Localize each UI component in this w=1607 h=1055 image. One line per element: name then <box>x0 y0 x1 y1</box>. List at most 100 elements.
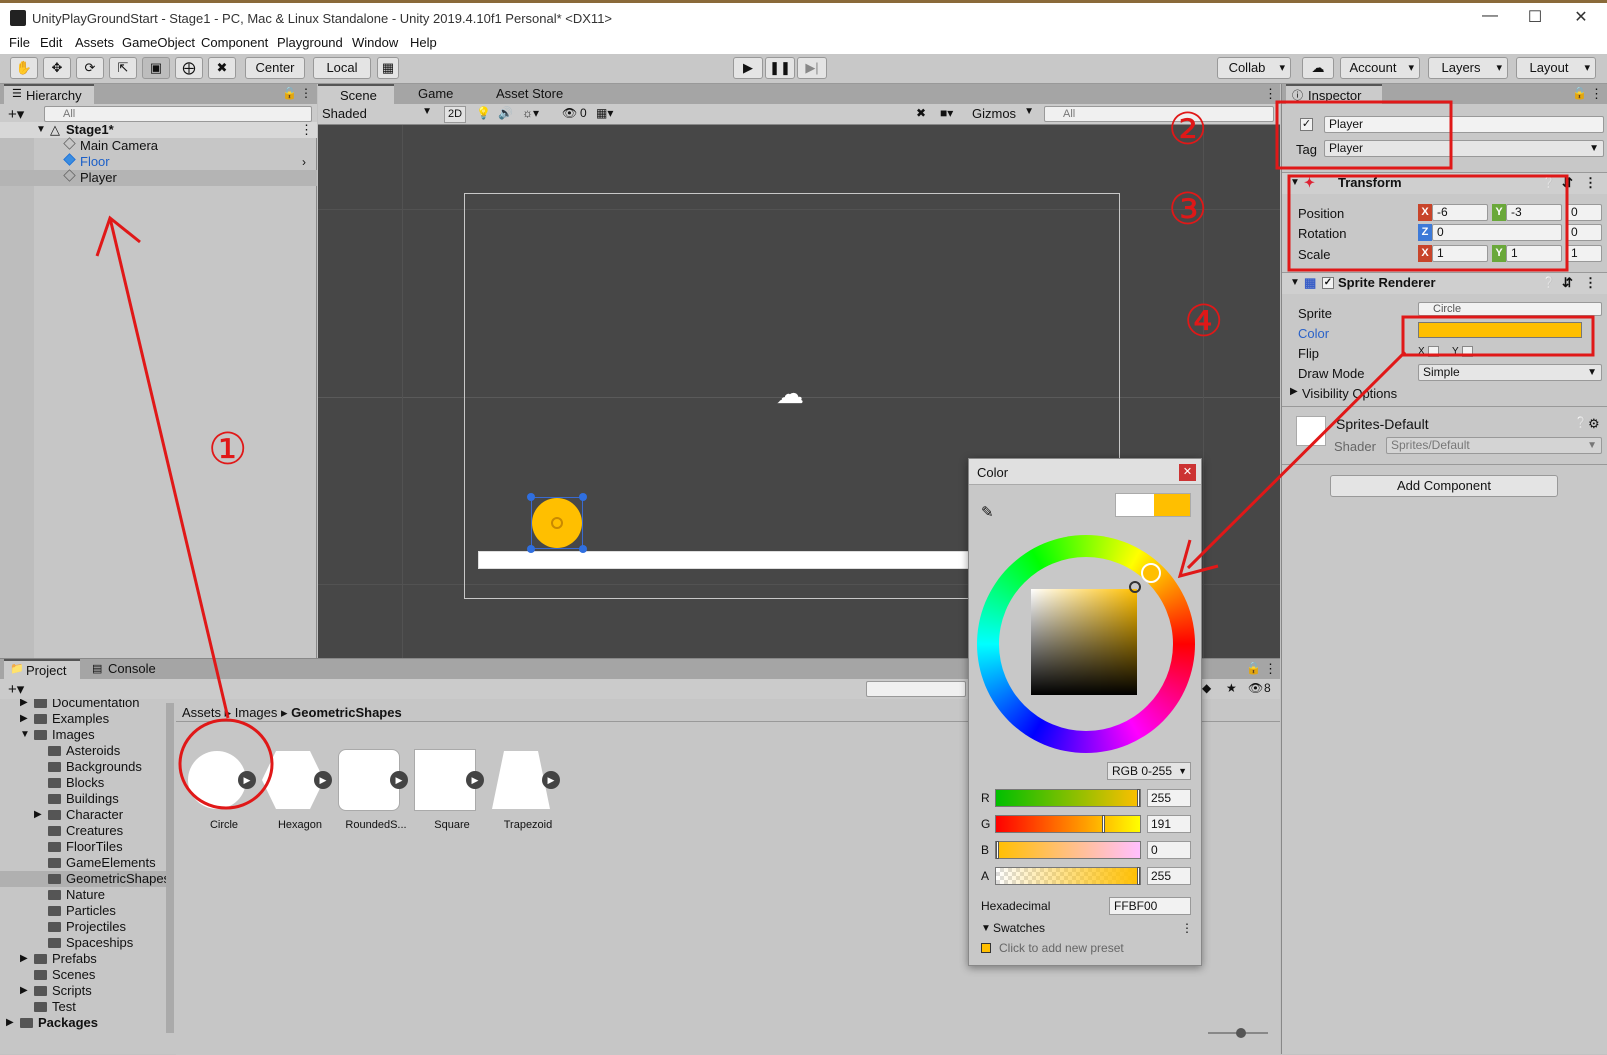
scene-search-input[interactable]: All <box>1044 106 1274 122</box>
scene-row[interactable]: ▼ △ Stage1* ⋮ <box>0 122 317 138</box>
camera-gizmo-icon[interactable]: ☁ <box>776 377 804 410</box>
lock-icon[interactable]: 🔒 <box>1246 661 1261 675</box>
expand-arrow-icon[interactable]: ▶ <box>20 699 28 711</box>
menu-assets[interactable]: Assets <box>75 35 114 50</box>
expand-play-icon[interactable]: ▶ <box>390 771 408 789</box>
help-icon[interactable]: ❔ <box>1542 173 1556 193</box>
preset-icon[interactable]: ⇵ <box>1562 273 1573 293</box>
gizmos-dropdown[interactable]: Gizmos ▼ <box>972 106 1034 123</box>
slider-track[interactable] <box>995 815 1141 833</box>
audio-icon[interactable]: 🔊 <box>498 106 513 120</box>
expand-play-icon[interactable]: ▶ <box>542 771 560 789</box>
folder-item[interactable]: ▶ Character <box>0 807 166 823</box>
menu-playground[interactable]: Playground <box>277 35 343 50</box>
cloud-icon[interactable]: ☁ <box>1302 57 1334 79</box>
flip-x-checkbox[interactable] <box>1428 346 1439 357</box>
expand-arrow-icon[interactable]: ▶ <box>6 1015 14 1031</box>
account-dropdown[interactable]: Account <box>1340 57 1420 79</box>
slider-thumb[interactable] <box>1137 789 1140 807</box>
layout-dropdown[interactable]: Layout <box>1516 57 1596 79</box>
folder-item[interactable]: ▶ Documentation <box>0 699 166 711</box>
rect-handle[interactable] <box>579 493 587 501</box>
previous-color[interactable] <box>1116 494 1154 516</box>
label-filter-icon[interactable]: ◆ <box>1202 681 1211 695</box>
hue-handle[interactable] <box>1141 563 1161 583</box>
expand-arrow-icon[interactable]: ▼ <box>36 122 46 138</box>
slider-track[interactable] <box>995 867 1141 885</box>
draw-mode-dropdown[interactable]: Simple ▼ <box>1418 364 1602 381</box>
layers-dropdown[interactable]: Layers <box>1428 57 1508 79</box>
rotate-tool-icon[interactable]: ⟳ <box>76 57 104 79</box>
expand-arrow-icon[interactable]: ▶ <box>34 807 42 823</box>
flip-y-checkbox[interactable] <box>1462 346 1473 357</box>
expand-play-icon[interactable]: ▶ <box>466 771 484 789</box>
folder-item[interactable]: Blocks <box>0 775 166 791</box>
tab-asset-store[interactable]: Asset Store <box>474 84 574 104</box>
expand-arrow-icon[interactable]: ▶ <box>20 983 28 999</box>
folder-item[interactable]: Nature <box>0 887 166 903</box>
transform-tool-icon[interactable]: ⨁ <box>175 57 203 79</box>
expand-play-icon[interactable]: ▶ <box>314 771 332 789</box>
kebab-menu-icon[interactable]: ⋮ <box>1181 921 1193 935</box>
menu-help[interactable]: Help <box>410 35 437 50</box>
maximize-button[interactable]: ☐ <box>1520 7 1550 29</box>
gear-icon[interactable]: ⚙ <box>1588 416 1600 432</box>
collapse-arrow-icon[interactable]: ▼ <box>1290 273 1300 293</box>
folder-item[interactable]: Scenes <box>0 967 166 983</box>
scale-x-input[interactable]: 1 <box>1432 245 1488 262</box>
pivot-local-button[interactable]: Local <box>313 57 371 79</box>
move-tool-icon[interactable]: ✥ <box>43 57 71 79</box>
slider-track[interactable] <box>995 789 1141 807</box>
kebab-menu-icon[interactable]: ⋮ <box>1264 661 1277 677</box>
sv-handle[interactable] <box>1129 581 1141 593</box>
slider-thumb[interactable] <box>1137 867 1140 885</box>
hierarchy-search-input[interactable]: All <box>44 106 312 122</box>
slider-thumb[interactable] <box>1101 815 1105 833</box>
lighting-icon[interactable]: 💡 <box>476 106 491 120</box>
close-window-button[interactable]: ✕ <box>1566 7 1596 29</box>
kebab-menu-icon[interactable]: ⋮ <box>1584 173 1597 193</box>
folder-item[interactable]: ▼ Images <box>0 727 166 743</box>
grid-snap-icon[interactable]: ▦ <box>377 57 399 79</box>
scene-menu-icon[interactable]: ⋮ <box>300 122 313 138</box>
folder-item[interactable]: GameElements <box>0 855 166 871</box>
folder-item[interactable]: ▶ Scripts <box>0 983 166 999</box>
folder-item[interactable]: Spaceships <box>0 935 166 951</box>
zoom-slider-thumb[interactable] <box>1236 1028 1246 1038</box>
scale-tool-icon[interactable]: ⇱ <box>109 57 137 79</box>
position-x-input[interactable]: -6 <box>1432 204 1488 221</box>
pivot-handle[interactable] <box>551 517 563 529</box>
menu-window[interactable]: Window <box>352 35 398 50</box>
hierarchy-item-floor[interactable]: Floor › <box>0 153 317 170</box>
breadcrumb-item[interactable]: Assets <box>182 705 221 720</box>
add-icon[interactable]: +▾ <box>8 105 24 123</box>
position-z-input[interactable]: 0 <box>1566 204 1602 221</box>
enabled-checkbox[interactable]: ✓ <box>1322 277 1334 289</box>
kebab-menu-icon[interactable]: ⋮ <box>300 86 312 100</box>
slider-value-input[interactable]: 191 <box>1147 815 1191 833</box>
slider-value-input[interactable]: 255 <box>1147 789 1191 807</box>
preset-icon[interactable]: ⇵ <box>1562 173 1573 193</box>
folder-item[interactable]: Creatures <box>0 823 166 839</box>
scale-y-input[interactable]: 1 <box>1506 245 1562 262</box>
shader-dropdown[interactable]: Sprites/Default ▼ <box>1386 437 1602 454</box>
camera-icon[interactable]: ■▾ <box>940 106 953 120</box>
slider-thumb[interactable] <box>996 841 999 859</box>
step-button[interactable]: ▶| <box>797 57 827 79</box>
help-icon[interactable]: ❔ <box>1542 273 1556 293</box>
kebab-menu-icon[interactable]: ⋮ <box>1590 86 1603 102</box>
dialog-close-button[interactable]: ✕ <box>1179 464 1196 481</box>
collapse-arrow-icon[interactable]: ▼ <box>1290 173 1300 193</box>
color-swatch-field[interactable] <box>1418 322 1582 338</box>
expand-arrow-icon[interactable]: ▶ <box>20 951 28 967</box>
menu-edit[interactable]: Edit <box>40 35 62 50</box>
hidden-packages-icon[interactable]: 👁 <box>1248 681 1263 695</box>
hex-input[interactable]: FFBF00 <box>1109 897 1191 915</box>
kebab-menu-icon[interactable]: ⋮ <box>1584 273 1597 293</box>
hand-tool-icon[interactable]: ✋ <box>10 57 38 79</box>
tag-dropdown[interactable]: Player ▼ <box>1324 140 1604 157</box>
color-mode-dropdown[interactable]: RGB 0-255 ▼ <box>1107 762 1191 780</box>
rect-handle[interactable] <box>579 545 587 553</box>
hierarchy-item-main-camera[interactable]: Main Camera <box>0 137 317 154</box>
add-preset-hint[interactable]: Click to add new preset <box>999 941 1124 955</box>
